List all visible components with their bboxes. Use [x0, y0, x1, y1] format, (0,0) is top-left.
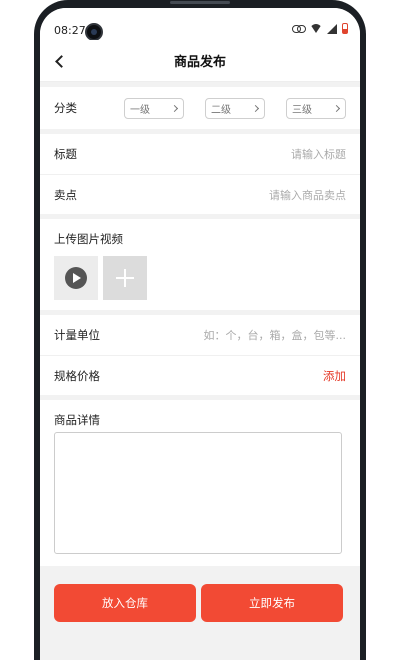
selling-point-row[interactable]: 卖点 请输入商品卖点 [40, 174, 360, 214]
category-level-2-label: 二级 [211, 104, 231, 116]
selling-point-input[interactable]: 请输入商品卖点 [269, 187, 346, 203]
spec-row: 规格价格 添加 [40, 355, 360, 395]
detail-textarea[interactable] [54, 432, 342, 554]
signal-icon [327, 23, 337, 34]
video-thumbnail[interactable] [54, 256, 98, 300]
title-input[interactable]: 请输入标题 [291, 146, 346, 162]
add-media-button[interactable] [103, 256, 147, 300]
detail-label: 商品详情 [54, 413, 100, 427]
add-spec-button[interactable]: 添加 [323, 368, 346, 384]
category-level-2-select[interactable]: 二级 [205, 97, 265, 119]
category-level-3-select[interactable]: 三级 [286, 97, 346, 119]
action-bar: 放入仓库 立即发布 [40, 566, 360, 622]
screen: 08:27 商品发布 分类 一级 二级 三级 标题 请输入标题 卖点 请输入商品… [40, 8, 360, 660]
chevron-right-icon [251, 104, 260, 112]
category-level-1-label: 一级 [130, 104, 150, 116]
front-camera [85, 23, 103, 41]
status-bar: 08:27 [40, 8, 360, 41]
power-button [361, 135, 365, 175]
basic-info-section: 标题 请输入标题 卖点 请输入商品卖点 [40, 134, 360, 214]
chevron-right-icon [332, 104, 341, 112]
category-row: 分类 一级 二级 三级 [40, 87, 360, 129]
category-section: 分类 一级 二级 三级 [40, 87, 360, 129]
warehouse-button[interactable]: 放入仓库 [54, 584, 196, 622]
battery-icon [342, 23, 348, 34]
unit-input[interactable]: 如：个，台，箱，盒，包等... [204, 327, 347, 343]
unit-row[interactable]: 计量单位 如：个，台，箱，盒，包等... [40, 315, 360, 355]
category-label: 分类 [54, 101, 77, 115]
spec-label: 规格价格 [54, 368, 100, 383]
back-icon[interactable] [54, 53, 68, 69]
selling-point-label: 卖点 [54, 187, 77, 202]
unit-label: 计量单位 [54, 328, 100, 342]
page-title: 商品发布 [173, 55, 226, 70]
play-icon [65, 267, 87, 289]
wifi-icon [310, 24, 322, 33]
link-icon [292, 24, 306, 33]
upload-label: 上传图片视频 [54, 232, 123, 246]
category-level-3-label: 三级 [292, 104, 312, 116]
detail-section: 商品详情 [40, 400, 360, 566]
category-level-1-select[interactable]: 一级 [124, 97, 184, 119]
status-time: 08:27 [54, 24, 86, 37]
publish-button[interactable]: 立即发布 [201, 584, 343, 622]
unit-spec-section: 计量单位 如：个，台，箱，盒，包等... 规格价格 添加 [40, 315, 360, 395]
status-icons [292, 23, 348, 34]
nav-bar: 商品发布 [40, 40, 360, 82]
title-label: 标题 [54, 147, 77, 161]
media-list [54, 256, 346, 300]
volume-button [361, 250, 365, 294]
category-selectors: 一级 二级 三级 [124, 97, 346, 119]
upload-section: 上传图片视频 [40, 219, 360, 310]
earpiece [170, 1, 230, 4]
title-row[interactable]: 标题 请输入标题 [40, 134, 360, 174]
chevron-right-icon [170, 104, 179, 112]
